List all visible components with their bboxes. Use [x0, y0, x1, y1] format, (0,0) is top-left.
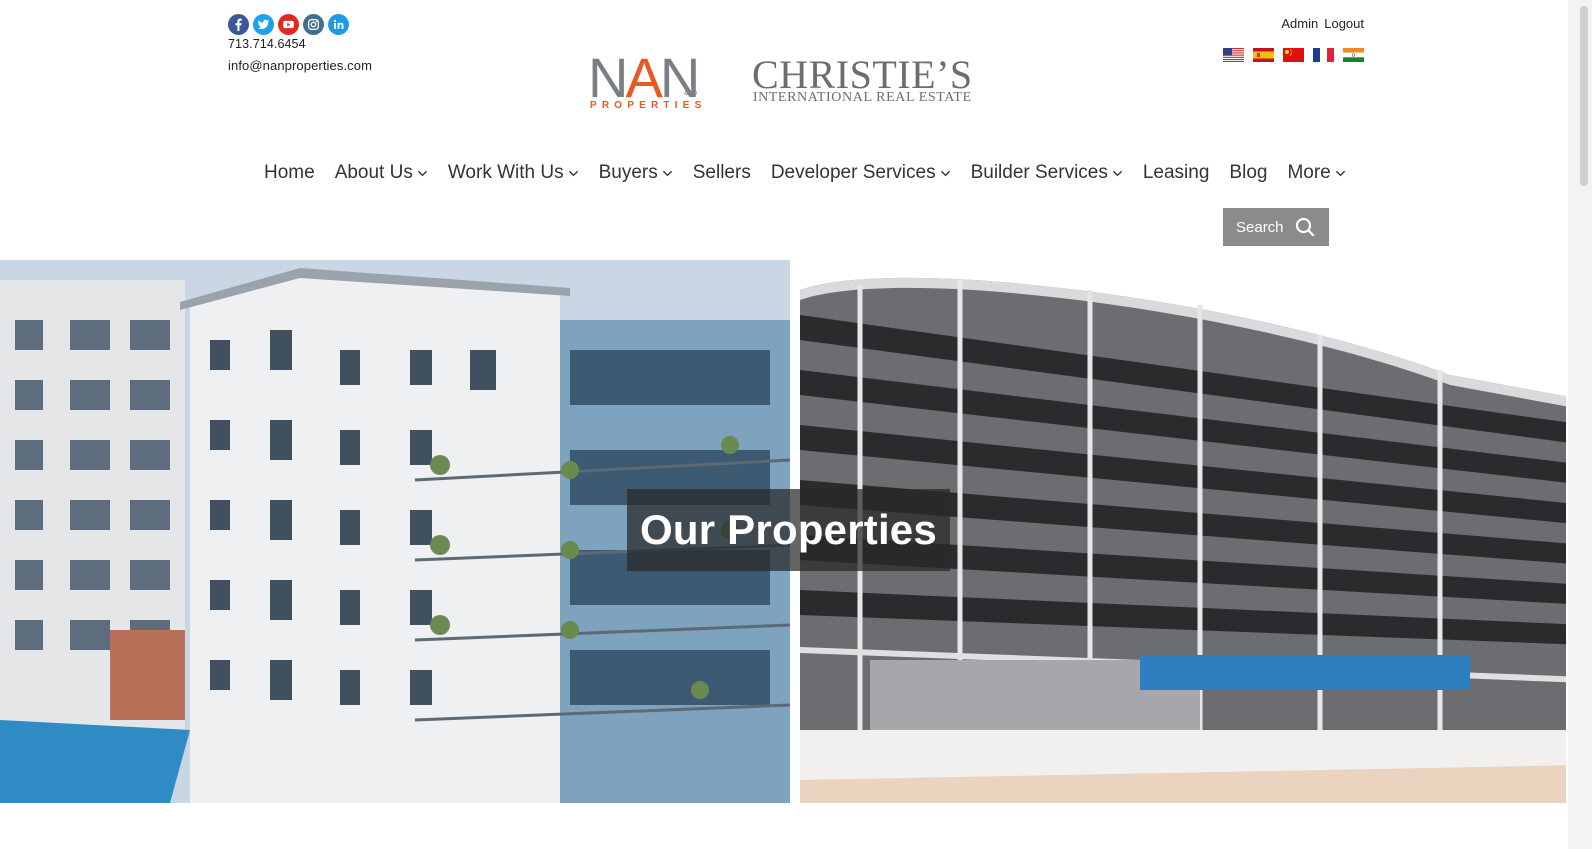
hero-banner: Our Properties: [0, 260, 1586, 803]
social-links: [228, 14, 372, 35]
nav-more[interactable]: More: [1287, 162, 1345, 184]
china-flag-icon[interactable]: [1283, 48, 1304, 62]
scrollbar-thumb[interactable]: [1580, 6, 1588, 186]
nan-wordmark: NAN: [588, 46, 700, 109]
nav-builder-services[interactable]: Builder Services: [971, 162, 1123, 184]
page-title: Our Properties: [640, 506, 937, 553]
nav-home[interactable]: Home: [264, 162, 315, 184]
hero-title-box: Our Properties: [627, 489, 950, 571]
us-flag-icon[interactable]: [1223, 48, 1244, 62]
spain-flag-icon[interactable]: [1253, 48, 1274, 62]
language-selector: [1223, 48, 1364, 62]
instagram-icon[interactable]: [303, 14, 324, 35]
header-contact-block: 713.714.6454 info@nanproperties.com: [228, 14, 372, 73]
india-flag-icon[interactable]: [1343, 48, 1364, 62]
christies-subtitle: INTERNATIONAL REAL ESTATE: [752, 90, 972, 105]
search-button-label: Search: [1236, 218, 1284, 236]
header-account-block: Admin Logout: [1223, 16, 1364, 62]
nav-work-with-us[interactable]: Work With Us: [448, 162, 579, 184]
account-links: Admin Logout: [1223, 16, 1364, 31]
chevron-down-icon: [568, 170, 578, 176]
chevron-down-icon: [940, 170, 950, 176]
nav-sellers[interactable]: Sellers: [693, 162, 751, 184]
chevron-down-icon: [417, 170, 427, 176]
chevron-down-icon: [1112, 170, 1122, 176]
logout-link[interactable]: Logout: [1324, 16, 1364, 31]
nav-blog[interactable]: Blog: [1229, 162, 1267, 184]
nav-leasing[interactable]: Leasing: [1143, 162, 1210, 184]
christies-wordmark: CHRISTIE’S: [752, 52, 973, 97]
email-link[interactable]: info@nanproperties.com: [228, 58, 372, 73]
phone-number[interactable]: 713.714.6454: [228, 37, 372, 51]
nan-co-mark: &CO: [684, 91, 698, 97]
france-flag-icon[interactable]: [1313, 48, 1334, 62]
chevron-down-icon: [662, 170, 672, 176]
brand-logos: NAN &CO PROPERTIES CHRISTIE’S INTERNATIO…: [588, 46, 973, 112]
linkedin-icon[interactable]: [328, 14, 349, 35]
admin-link[interactable]: Admin: [1281, 16, 1318, 31]
nav-about-us[interactable]: About Us: [335, 162, 428, 184]
search-icon: [1295, 217, 1315, 237]
page-scrollbar[interactable]: [1568, 0, 1592, 849]
nan-properties-logo[interactable]: NAN &CO PROPERTIES: [588, 46, 712, 112]
twitter-icon[interactable]: [253, 14, 274, 35]
chevron-down-icon: [1335, 170, 1345, 176]
nav-developer-services[interactable]: Developer Services: [771, 162, 951, 184]
christies-logo[interactable]: CHRISTIE’S INTERNATIONAL REAL ESTATE: [752, 52, 973, 106]
facebook-icon[interactable]: [228, 14, 249, 35]
nav-buyers[interactable]: Buyers: [599, 162, 673, 184]
nan-subtitle: PROPERTIES: [590, 100, 707, 111]
search-button[interactable]: Search: [1223, 208, 1329, 246]
youtube-icon[interactable]: [278, 14, 299, 35]
main-navigation: Home About Us Work With Us Buyers Seller…: [264, 162, 1366, 184]
